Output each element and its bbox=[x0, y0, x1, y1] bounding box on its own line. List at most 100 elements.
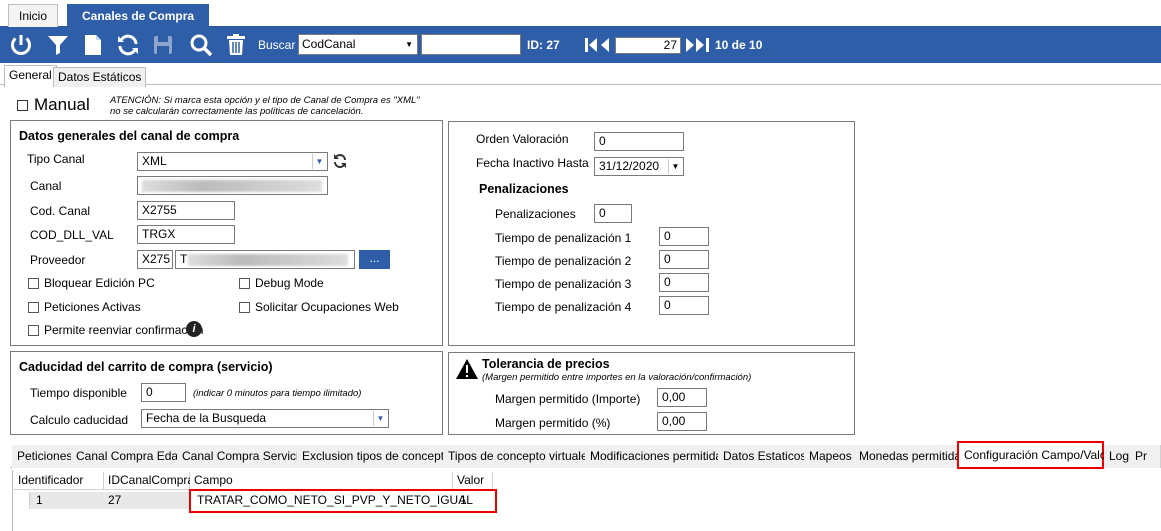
search-field-value: CodCanal bbox=[302, 37, 356, 51]
calculo-caducidad-label: Calculo caducidad bbox=[30, 413, 129, 427]
orden-valoracion-input[interactable]: 0 bbox=[594, 132, 684, 151]
tab-configuracion-campo-valor[interactable]: Configuración Campo/Valor bbox=[957, 441, 1111, 469]
search-field-select[interactable]: CodCanal ▼ bbox=[298, 34, 418, 55]
proveedor-label: Proveedor bbox=[30, 253, 86, 267]
penalizaciones-input[interactable]: 0 bbox=[594, 204, 632, 223]
tipo-canal-label: Tipo Canal bbox=[27, 152, 85, 166]
solicitar-label: Solicitar Ocupaciones Web bbox=[255, 300, 399, 314]
margen-pct-label: Margen permitido (%) bbox=[495, 416, 611, 430]
search-icon[interactable] bbox=[188, 32, 214, 58]
subtab-datos-estaticos[interactable]: Datos Estáticos bbox=[53, 67, 147, 87]
bloquear-checkbox[interactable] bbox=[28, 278, 39, 289]
debug-checkbox[interactable] bbox=[239, 278, 250, 289]
fecha-inactivo-value: 31/12/2020 bbox=[599, 159, 660, 173]
last-record-icon[interactable] bbox=[684, 37, 712, 53]
reenviar-checkbox[interactable] bbox=[28, 325, 39, 336]
tolerancia-subtitle: (Margen permitido entre importes en la v… bbox=[482, 372, 752, 383]
tolerancia-title: Tolerancia de precios bbox=[482, 357, 610, 371]
tab-pr[interactable]: Pr bbox=[1130, 445, 1161, 468]
subtab-general[interactable]: General bbox=[4, 65, 57, 87]
caducidad-title: Caducidad del carrito de compra (servici… bbox=[19, 360, 273, 374]
tipo-canal-select[interactable]: XML ▼ bbox=[137, 152, 328, 171]
margen-pct-input[interactable]: 0,00 bbox=[657, 412, 707, 431]
tiempo-penalizacion-3-label: Tiempo de penalización 3 bbox=[495, 277, 632, 291]
tiempo-disponible-input[interactable]: 0 bbox=[141, 383, 186, 402]
tiempo-penalizacion-3-input[interactable]: 0 bbox=[659, 273, 709, 292]
refresh-icon[interactable] bbox=[332, 153, 348, 169]
power-icon[interactable] bbox=[8, 32, 34, 58]
column-header-campo[interactable]: Campo bbox=[190, 472, 453, 490]
debug-label: Debug Mode bbox=[255, 276, 324, 290]
margen-importe-input[interactable]: 0,00 bbox=[657, 388, 707, 407]
refresh-icon[interactable] bbox=[115, 32, 141, 58]
chevron-down-icon: ▼ bbox=[312, 154, 326, 169]
tab-canales-de-compra[interactable]: Canales de Compra bbox=[67, 4, 210, 27]
calculo-caducidad-value: Fecha de la Busqueda bbox=[146, 411, 267, 425]
save-icon[interactable] bbox=[150, 32, 176, 58]
cell-valor[interactable]: 1 bbox=[456, 492, 492, 509]
tiempo-penalizacion-2-label: Tiempo de penalización 2 bbox=[495, 254, 632, 268]
chevron-down-icon: ▼ bbox=[668, 159, 682, 174]
record-number-input[interactable]: 27 bbox=[615, 37, 681, 54]
canal-label: Canal bbox=[30, 179, 62, 193]
chevron-down-icon: ▼ bbox=[373, 411, 387, 426]
tiempo-penalizacion-2-input[interactable]: 0 bbox=[659, 250, 709, 269]
penalizaciones-title: Penalizaciones bbox=[479, 182, 569, 196]
row-selector[interactable] bbox=[14, 492, 30, 509]
tab-canal-compra-servicio[interactable]: Canal Compra Servicio bbox=[177, 445, 312, 468]
cell-identificador[interactable]: 1 bbox=[32, 492, 102, 509]
record-count-label: 10 de 10 bbox=[715, 38, 763, 52]
cod-canal-input[interactable]: X2755 bbox=[137, 201, 235, 220]
trash-icon[interactable] bbox=[223, 32, 249, 58]
proveedor-name-value: T bbox=[180, 252, 188, 266]
info-icon[interactable]: i bbox=[186, 321, 202, 337]
tiempo-penalizacion-4-label: Tiempo de penalización 4 bbox=[495, 300, 632, 314]
tab-tipos-concepto-virtuales[interactable]: Tipos de concepto virtuales bbox=[443, 445, 600, 468]
redacted-value bbox=[142, 180, 322, 192]
column-header-valor[interactable]: Valor bbox=[453, 472, 493, 490]
tab-modificaciones-permitidas[interactable]: Modificaciones permitidas bbox=[585, 445, 735, 468]
warning-icon bbox=[455, 358, 479, 380]
orden-valoracion-label: Orden Valoración bbox=[476, 132, 569, 146]
filter-icon[interactable] bbox=[45, 32, 71, 58]
tab-monedas-permitidas[interactable]: Monedas permitidas bbox=[854, 445, 974, 468]
tiempo-penalizacion-1-input[interactable]: 0 bbox=[659, 227, 709, 246]
canal-input[interactable] bbox=[137, 176, 328, 195]
new-document-icon[interactable] bbox=[80, 32, 106, 58]
chevron-down-icon: ▼ bbox=[405, 40, 413, 49]
search-input[interactable] bbox=[421, 34, 521, 55]
manual-warning-line1: ATENCIÓN: Si marca esta opción y el tipo… bbox=[110, 95, 420, 106]
proveedor-lookup-button[interactable]: ... bbox=[359, 250, 390, 269]
peticiones-checkbox[interactable] bbox=[28, 302, 39, 313]
proveedor-code-input[interactable]: X275 bbox=[137, 250, 173, 269]
cod-dll-input[interactable]: TRGX bbox=[137, 225, 235, 244]
tab-canal-compra-edad[interactable]: Canal Compra Edad bbox=[71, 445, 191, 468]
reenviar-label: Permite reenviar confirmación bbox=[44, 323, 204, 337]
calculo-caducidad-select[interactable]: Fecha de la Busqueda ▼ bbox=[141, 409, 389, 428]
buscar-label: Buscar bbox=[258, 38, 296, 52]
tab-peticiones[interactable]: Peticiones bbox=[12, 445, 79, 468]
tipo-canal-value: XML bbox=[142, 154, 167, 168]
fecha-inactivo-picker[interactable]: 31/12/2020 ▼ bbox=[594, 157, 684, 176]
first-record-icon[interactable] bbox=[585, 37, 613, 53]
cell-campo[interactable]: TRATAR_COMO_NETO_SI_PVP_Y_NETO_IGUAL bbox=[193, 492, 473, 509]
cod-dll-label: COD_DLL_VAL bbox=[30, 228, 114, 242]
manual-warning-line2: no se calcularán correctamente las polít… bbox=[110, 106, 364, 117]
manual-checkbox[interactable] bbox=[17, 100, 28, 111]
tab-datos-estaticos[interactable]: Datos Estaticos bbox=[718, 445, 813, 468]
tab-exclusion-tipos-concepto[interactable]: Exclusion tipos de concepto bbox=[297, 445, 457, 468]
solicitar-checkbox[interactable] bbox=[239, 302, 250, 313]
tiempo-penalizacion-1-label: Tiempo de penalización 1 bbox=[495, 231, 632, 245]
column-header-idcanalcompra[interactable]: IDCanalCompra bbox=[104, 472, 194, 490]
cell-idcanalcompra[interactable]: 27 bbox=[104, 492, 184, 509]
tiempo-penalizacion-4-input[interactable]: 0 bbox=[659, 296, 709, 315]
tab-mapeos[interactable]: Mapeos bbox=[804, 445, 858, 468]
cod-canal-label: Cod. Canal bbox=[30, 204, 91, 218]
general-title: Datos generales del canal de compra bbox=[19, 129, 240, 143]
proveedor-name-input[interactable]: T bbox=[175, 250, 355, 269]
manual-warning: ATENCIÓN: Si marca esta opción y el tipo… bbox=[110, 95, 420, 117]
column-header-identificador[interactable]: Identificador bbox=[14, 472, 104, 490]
margen-importe-label: Margen permitido (Importe) bbox=[495, 392, 641, 406]
tab-inicio[interactable]: Inicio bbox=[8, 4, 59, 27]
tiempo-hint: (indicar 0 minutos para tiempo ilimitado… bbox=[193, 388, 362, 399]
